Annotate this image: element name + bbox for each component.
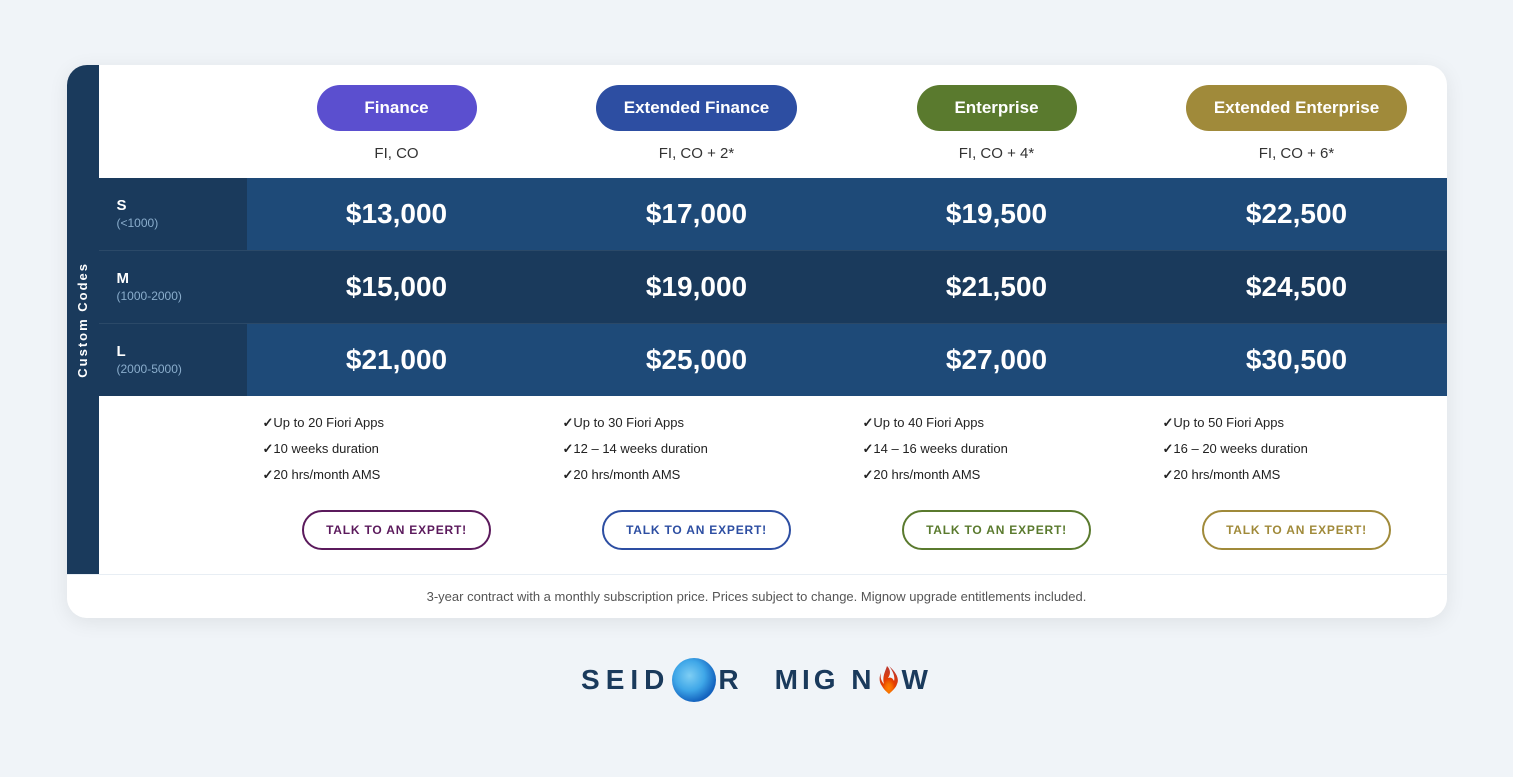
price-extended-finance-l: $25,000	[547, 324, 847, 396]
feature-item: ✓14 – 16 weeks duration	[863, 440, 1131, 458]
plan-subtitle-finance: FI, CO	[364, 131, 428, 168]
features-row: ✓Up to 20 Fiori Apps ✓10 weeks duration ✓2…	[99, 396, 1447, 503]
mignow-text: MIG N	[775, 664, 876, 696]
talk-to-expert-extended-finance-button[interactable]: TALK TO AN EXPERT!	[602, 510, 791, 550]
cta-col-extended-enterprise: TALK TO AN EXPERT!	[1147, 502, 1447, 574]
price-row-l: L (2000-5000) $21,000$25,000$27,000$30,500	[99, 324, 1447, 396]
column-headers: FinanceFI, COExtended FinanceFI, CO + 2*…	[99, 65, 1447, 178]
seidor-text-1: SEID	[581, 664, 670, 696]
col-header-enterprise: EnterpriseFI, CO + 4*	[847, 65, 1147, 178]
col-header-finance: FinanceFI, CO	[247, 65, 547, 178]
feature-item: ✓Up to 50 Fiori Apps	[1163, 414, 1431, 432]
feature-item: ✓Up to 30 Fiori Apps	[563, 414, 831, 432]
row-label-s: S (<1000)	[99, 178, 247, 250]
row-size-m: M	[117, 270, 229, 287]
price-enterprise-m: $21,500	[847, 251, 1147, 323]
features-col-enterprise: ✓Up to 40 Fiori Apps ✓14 – 16 weeks durat…	[847, 396, 1147, 503]
check-icon: ✓	[1163, 415, 1174, 430]
row-range-l: (2000-5000)	[117, 362, 229, 376]
row-label-l: L (2000-5000)	[99, 324, 247, 396]
feature-item: ✓20 hrs/month AMS	[863, 466, 1131, 484]
seidor-text-2: R	[718, 664, 744, 696]
col-header-extended-enterprise: Extended EnterpriseFI, CO + 6*	[1147, 65, 1447, 178]
features-col-finance: ✓Up to 20 Fiori Apps ✓10 weeks duration ✓2…	[247, 396, 547, 503]
row-range-s: (<1000)	[117, 216, 229, 230]
check-icon: ✓	[1163, 467, 1174, 482]
feature-item: ✓Up to 40 Fiori Apps	[863, 414, 1131, 432]
price-finance-s: $13,000	[247, 178, 547, 250]
price-finance-m: $15,000	[247, 251, 547, 323]
plan-pill-finance: Finance	[317, 85, 477, 131]
price-enterprise-l: $27,000	[847, 324, 1147, 396]
check-icon: ✓	[263, 441, 274, 456]
feature-item: ✓12 – 14 weeks duration	[563, 440, 831, 458]
feature-item: ✓20 hrs/month AMS	[263, 466, 531, 484]
check-icon: ✓	[863, 415, 874, 430]
price-enterprise-s: $19,500	[847, 178, 1147, 250]
mignow-flame-icon	[878, 664, 900, 696]
side-label-bar: Custom Codes	[67, 65, 99, 575]
talk-to-expert-enterprise-button[interactable]: TALK TO AN EXPERT!	[902, 510, 1091, 550]
feature-item: ✓Up to 20 Fiori Apps	[263, 414, 531, 432]
cta-col-finance: TALK TO AN EXPERT!	[247, 502, 547, 574]
check-icon: ✓	[1163, 441, 1174, 456]
feature-item: ✓16 – 20 weeks duration	[1163, 440, 1431, 458]
price-extended-enterprise-s: $22,500	[1147, 178, 1447, 250]
features-col-extended-enterprise: ✓Up to 50 Fiori Apps ✓16 – 20 weeks durat…	[1147, 396, 1447, 503]
mignow-text-end: W	[902, 664, 932, 696]
price-row-m: M (1000-2000) $15,000$19,000$21,500$24,500	[99, 251, 1447, 324]
price-finance-l: $21,000	[247, 324, 547, 396]
cta-col-extended-finance: TALK TO AN EXPERT!	[547, 502, 847, 574]
row-range-m: (1000-2000)	[117, 289, 229, 303]
mignow-logo: MIG N W	[775, 664, 932, 696]
talk-to-expert-finance-button[interactable]: TALK TO AN EXPERT!	[302, 510, 491, 550]
seidor-logo: SEID R	[581, 658, 745, 702]
custom-codes-label: Custom Codes	[75, 262, 90, 378]
plan-subtitle-extended-enterprise: FI, CO + 6*	[1249, 131, 1344, 168]
col-header-extended-finance: Extended FinanceFI, CO + 2*	[547, 65, 847, 178]
price-extended-finance-m: $19,000	[547, 251, 847, 323]
row-size-l: L	[117, 343, 229, 360]
feature-item: ✓20 hrs/month AMS	[1163, 466, 1431, 484]
plan-subtitle-extended-finance: FI, CO + 2*	[649, 131, 744, 168]
feature-item: ✓20 hrs/month AMS	[563, 466, 831, 484]
cta-row: TALK TO AN EXPERT! TALK TO AN EXPERT! TALK…	[99, 502, 1447, 574]
seidor-orb-icon	[672, 658, 716, 702]
price-rows-section: S (<1000) $13,000$17,000$19,500$22,500 M (10…	[99, 178, 1447, 396]
check-icon: ✓	[563, 441, 574, 456]
plan-pill-extended-enterprise: Extended Enterprise	[1186, 85, 1407, 131]
features-col-extended-finance: ✓Up to 30 Fiori Apps ✓12 – 14 weeks durat…	[547, 396, 847, 503]
cta-col-enterprise: TALK TO AN EXPERT!	[847, 502, 1147, 574]
disclaimer-text: 3-year contract with a monthly subscript…	[67, 574, 1447, 618]
check-icon: ✓	[263, 467, 274, 482]
price-extended-enterprise-m: $24,500	[1147, 251, 1447, 323]
check-icon: ✓	[863, 467, 874, 482]
feature-item: ✓10 weeks duration	[263, 440, 531, 458]
plan-pill-extended-finance: Extended Finance	[596, 85, 797, 131]
price-extended-finance-s: $17,000	[547, 178, 847, 250]
check-icon: ✓	[563, 467, 574, 482]
talk-to-expert-extended-enterprise-button[interactable]: TALK TO AN EXPERT!	[1202, 510, 1391, 550]
price-extended-enterprise-l: $30,500	[1147, 324, 1447, 396]
logo-row: SEID R MIG N W	[67, 630, 1447, 712]
check-icon: ✓	[263, 415, 274, 430]
row-size-s: S	[117, 197, 229, 214]
price-row-s: S (<1000) $13,000$17,000$19,500$22,500	[99, 178, 1447, 251]
check-icon: ✓	[863, 441, 874, 456]
check-icon: ✓	[563, 415, 574, 430]
plan-pill-enterprise: Enterprise	[917, 85, 1077, 131]
row-label-m: M (1000-2000)	[99, 251, 247, 323]
plan-subtitle-enterprise: FI, CO + 4*	[949, 131, 1044, 168]
